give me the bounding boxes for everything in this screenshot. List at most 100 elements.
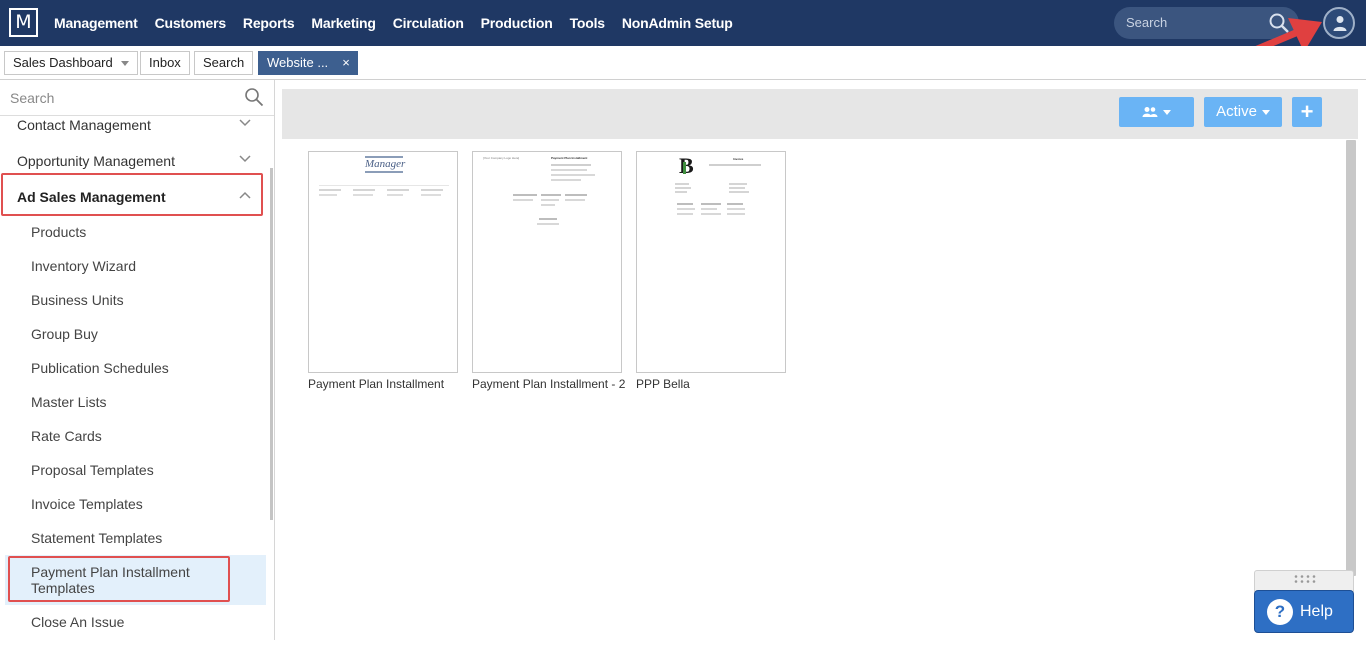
search-icon[interactable] [244, 87, 264, 107]
help-label: Help [1300, 603, 1333, 620]
sidebar-item-proposal-templates[interactable]: Proposal Templates [31, 462, 154, 478]
user-profile-button[interactable] [1323, 7, 1355, 39]
chevron-down-icon[interactable] [120, 61, 129, 67]
thumbnail-logo: [Your Company Logo Here] [483, 156, 520, 160]
template-name[interactable]: Payment Plan Installment [308, 376, 464, 392]
annotation-highlight [8, 556, 230, 602]
menu-reports[interactable]: Reports [243, 15, 295, 31]
thumbnail-text [541, 194, 561, 196]
thumbnail-text [675, 183, 689, 185]
template-card[interactable]: [Your Company Logo Here] Payment Plan In… [472, 151, 622, 373]
close-icon[interactable]: × [342, 55, 350, 70]
thumbnail-text [565, 194, 587, 196]
sidebar-search-input[interactable]: Search [0, 80, 274, 116]
thumbnail-text [421, 194, 441, 196]
sidebar-item-group-buy[interactable]: Group Buy [31, 326, 98, 342]
main-menu: Management Customers Reports Marketing C… [54, 0, 750, 46]
menu-customers[interactable]: Customers [155, 15, 227, 31]
thumbnail-text [537, 223, 559, 225]
thumbnail-text [729, 191, 749, 193]
sidebar-item-business-units[interactable]: Business Units [31, 292, 124, 308]
thumbnail-text [551, 174, 595, 176]
thumbnail-leaf [683, 162, 686, 174]
template-name[interactable]: Payment Plan Installment - 2 [472, 376, 628, 392]
menu-nonadmin-setup[interactable]: NonAdmin Setup [622, 15, 733, 31]
thumbnail-text [353, 189, 375, 191]
thumbnail-text [675, 191, 687, 193]
thumbnail-text [539, 218, 557, 220]
thumbnail-text [677, 208, 695, 210]
thumbnail-text [677, 203, 693, 205]
tab-label: Inbox [149, 55, 181, 70]
sidebar-item-inventory-wizard[interactable]: Inventory Wizard [31, 258, 136, 274]
sidebar-item-statement-templates[interactable]: Statement Templates [31, 530, 162, 546]
template-card[interactable]: Manager [308, 151, 458, 373]
template-card[interactable]: B Invoice [636, 151, 786, 373]
thumbnail-text [541, 199, 559, 201]
chevron-down-icon[interactable] [238, 118, 252, 128]
help-drag-handle[interactable] [1254, 570, 1354, 592]
thumbnail-text [387, 189, 409, 191]
thumbnail-text [319, 189, 341, 191]
grip-icon [1294, 575, 1316, 583]
tab-search[interactable]: Search [194, 51, 254, 75]
menu-management[interactable]: Management [54, 15, 138, 31]
menu-tools[interactable]: Tools [570, 15, 605, 31]
sidebar-item-master-lists[interactable]: Master Lists [31, 394, 106, 410]
add-template-button[interactable]: + [1292, 97, 1322, 127]
tab-bar: Sales Dashboard Inbox Search Website ...… [0, 46, 1366, 80]
tab-website[interactable]: Website ... × [258, 51, 358, 75]
thumbnail-title: Invoice [733, 157, 744, 161]
status-filter-dropdown[interactable]: Active [1204, 97, 1282, 127]
thumbnail-text [729, 187, 745, 189]
chevron-down-icon[interactable] [238, 154, 252, 164]
sidebar-section-opportunity-management[interactable]: Opportunity Management [17, 153, 175, 169]
sidebar-item-invoice-templates[interactable]: Invoice Templates [31, 496, 143, 512]
help-button[interactable]: ? Help [1254, 590, 1354, 633]
chevron-down-icon [1163, 109, 1171, 115]
thumbnail-text [727, 203, 743, 205]
sidebar-search-placeholder: Search [10, 90, 55, 106]
tab-inbox[interactable]: Inbox [140, 51, 190, 75]
sidebar-item-rate-cards[interactable]: Rate Cards [31, 428, 102, 444]
menu-marketing[interactable]: Marketing [311, 15, 376, 31]
thumbnail-text [701, 208, 717, 210]
sidebar-item-close-an-issue[interactable]: Close An Issue [31, 614, 124, 630]
tab-sales-dashboard[interactable]: Sales Dashboard [4, 51, 138, 75]
thumbnail-text [729, 183, 747, 185]
top-navigation-bar: M Management Customers Reports Marketing… [0, 0, 1366, 46]
menu-circulation[interactable]: Circulation [393, 15, 464, 31]
thumbnail-text [701, 213, 721, 215]
thumbnail-logo: Manager [365, 158, 406, 170]
thumbnail-text [551, 179, 581, 181]
thumbnail-text [727, 208, 745, 210]
thumbnail-text [353, 194, 373, 196]
thumbnail-text [319, 194, 337, 196]
group-filter-button[interactable] [1119, 97, 1194, 127]
templates-toolbar: Active + [282, 89, 1358, 139]
app-logo[interactable]: M [9, 8, 38, 37]
content-scrollbar[interactable] [1346, 140, 1356, 576]
template-name[interactable]: PPP Bella [636, 376, 792, 392]
thumbnail-logo: B [679, 153, 694, 178]
tab-label: Search [203, 55, 245, 70]
thumbnail-text [513, 199, 533, 201]
chevron-down-icon [1261, 109, 1270, 115]
tab-label: Website ... [267, 55, 329, 70]
tab-label: Sales Dashboard [13, 55, 113, 70]
sidebar-item-publication-schedules[interactable]: Publication Schedules [31, 360, 169, 376]
thumbnail-text [565, 199, 585, 201]
thumbnail-text [677, 213, 693, 215]
thumbnail-divider [365, 171, 403, 173]
menu-production[interactable]: Production [481, 15, 553, 31]
annotation-highlight [1, 173, 263, 216]
global-search-placeholder: Search [1126, 15, 1168, 30]
status-filter-label: Active [1216, 103, 1257, 120]
thumbnail-text [727, 213, 745, 215]
sidebar-item-products[interactable]: Products [31, 224, 86, 240]
thumbnail-text [387, 194, 403, 196]
sidebar-section-contact-management[interactable]: Contact Management [17, 117, 151, 133]
thumbnail-text [513, 194, 537, 196]
thumbnail-text [675, 187, 691, 189]
sidebar-scrollbar[interactable] [270, 168, 273, 520]
